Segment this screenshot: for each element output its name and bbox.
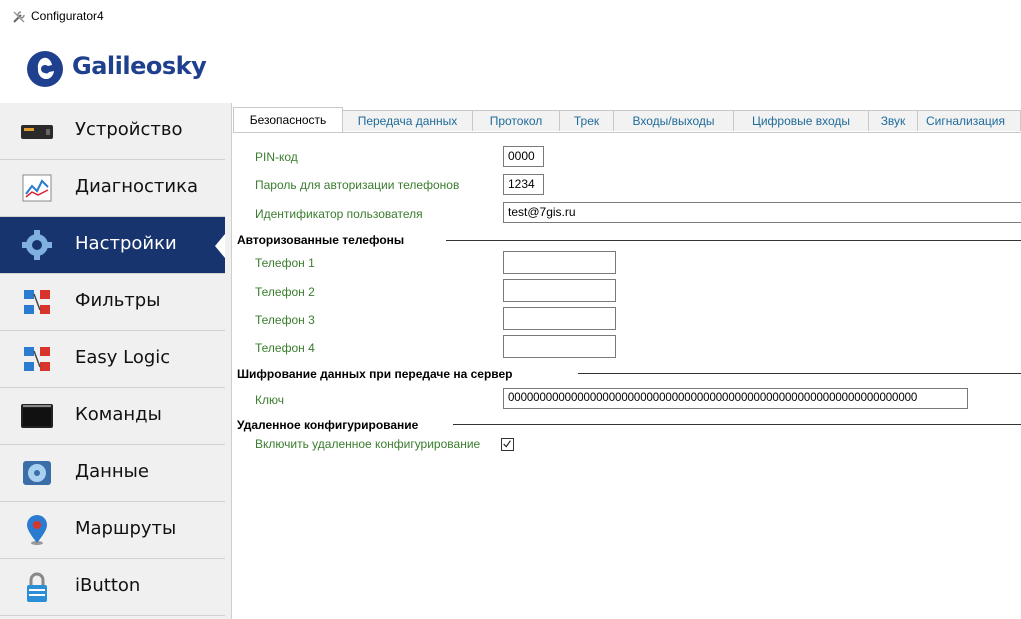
section-divider — [453, 424, 1021, 425]
tab-alarm[interactable]: Сигнализация — [917, 110, 1021, 131]
terminal-icon — [21, 404, 53, 428]
tab-protocol[interactable]: Протокол — [472, 110, 560, 131]
sidebar-item-easy-logic[interactable]: Easy Logic — [0, 331, 225, 388]
encryption-title: Шифрование данных при передаче на сервер — [237, 367, 513, 381]
title-bar: Configurator4 — [0, 0, 1021, 36]
remote-config-checkbox[interactable] — [501, 438, 514, 451]
sidebar-item-label: Диагностика — [75, 176, 199, 197]
filters-icon — [24, 290, 50, 314]
authorized-phones-title: Авторизованные телефоны — [237, 233, 405, 247]
remote-config-enable-label: Включить удаленное конфигурирование — [255, 437, 481, 451]
sidebar-item-label: Настройки — [75, 233, 177, 254]
sidebar-item-label: Фильтры — [75, 290, 161, 311]
sidebar-item-settings[interactable]: Настройки — [0, 217, 225, 274]
tab-sound[interactable]: Звук — [868, 110, 918, 131]
sidebar-item-diagnostics[interactable]: Диагностика — [0, 160, 225, 217]
pin-input[interactable]: 0000 — [503, 146, 544, 167]
lock-icon — [27, 572, 47, 602]
map-pin-icon — [27, 515, 47, 545]
pin-label: PIN-код — [255, 150, 298, 164]
sidebar-item-filters[interactable]: Фильтры — [0, 274, 225, 331]
sidebar-item-commands[interactable]: Команды — [0, 388, 225, 445]
sidebar-item-data[interactable]: Данные — [0, 445, 225, 502]
section-divider — [446, 240, 1021, 241]
phone-2-input[interactable] — [503, 279, 616, 302]
easy-logic-icon — [24, 347, 50, 371]
phone-2-label: Телефон 2 — [255, 285, 315, 299]
phone-1-label: Телефон 1 — [255, 256, 315, 270]
tools-icon — [13, 11, 25, 23]
sidebar-item-label: Данные — [75, 461, 149, 482]
phone-4-input[interactable] — [503, 335, 616, 358]
window-title: Configurator4 — [31, 9, 104, 23]
user-id-label: Идентификатор пользователя — [255, 207, 423, 221]
sidebar-item-routes[interactable]: Маршруты — [0, 502, 225, 559]
sidebar-item-label: Устройство — [75, 119, 183, 140]
user-id-input[interactable]: test@7gis.ru — [503, 202, 1021, 223]
phone-password-label: Пароль для авторизации телефонов — [255, 178, 460, 192]
phone-1-input[interactable] — [503, 251, 616, 274]
section-divider — [578, 373, 1021, 374]
phone-3-input[interactable] — [503, 307, 616, 330]
checkmark-icon — [503, 440, 511, 448]
sidebar-item-device[interactable]: Устройство — [0, 103, 225, 160]
data-disc-icon — [23, 461, 51, 485]
device-icon — [21, 125, 53, 139]
sidebar-item-ibutton[interactable]: iButton — [0, 559, 225, 616]
sidebar-item-label: iButton — [75, 575, 141, 596]
sidebar-item-label: Easy Logic — [75, 347, 171, 368]
logo-text: Galileosky — [72, 52, 207, 80]
remote-config-title: Удаленное конфигурирование — [237, 418, 419, 432]
phone-password-input[interactable]: 1234 — [503, 174, 544, 195]
active-indicator — [215, 234, 225, 258]
key-input[interactable]: 0000000000000000000000000000000000000000… — [503, 388, 968, 409]
tab-data-transfer[interactable]: Передача данных — [342, 110, 473, 131]
sidebar-item-label: Команды — [75, 404, 162, 425]
gear-icon — [22, 230, 52, 260]
phone-3-label: Телефон 3 — [255, 313, 315, 327]
tab-digital-inputs[interactable]: Цифровые входы — [733, 110, 869, 131]
tab-track[interactable]: Трек — [559, 110, 614, 131]
tab-security[interactable]: Безопасность — [233, 107, 343, 132]
settings-tabs: Безопасность Передача данных Протокол Тр… — [233, 107, 1021, 133]
galileosky-logo-icon — [27, 51, 63, 87]
sidebar-item-label: Маршруты — [75, 518, 177, 539]
tab-inputs-outputs[interactable]: Входы/выходы — [613, 110, 734, 131]
sidebar: Устройство Диагностика Настройки Фильтры… — [0, 103, 232, 619]
key-label: Ключ — [255, 393, 284, 407]
phone-4-label: Телефон 4 — [255, 341, 315, 355]
diagnostics-icon — [22, 174, 52, 202]
